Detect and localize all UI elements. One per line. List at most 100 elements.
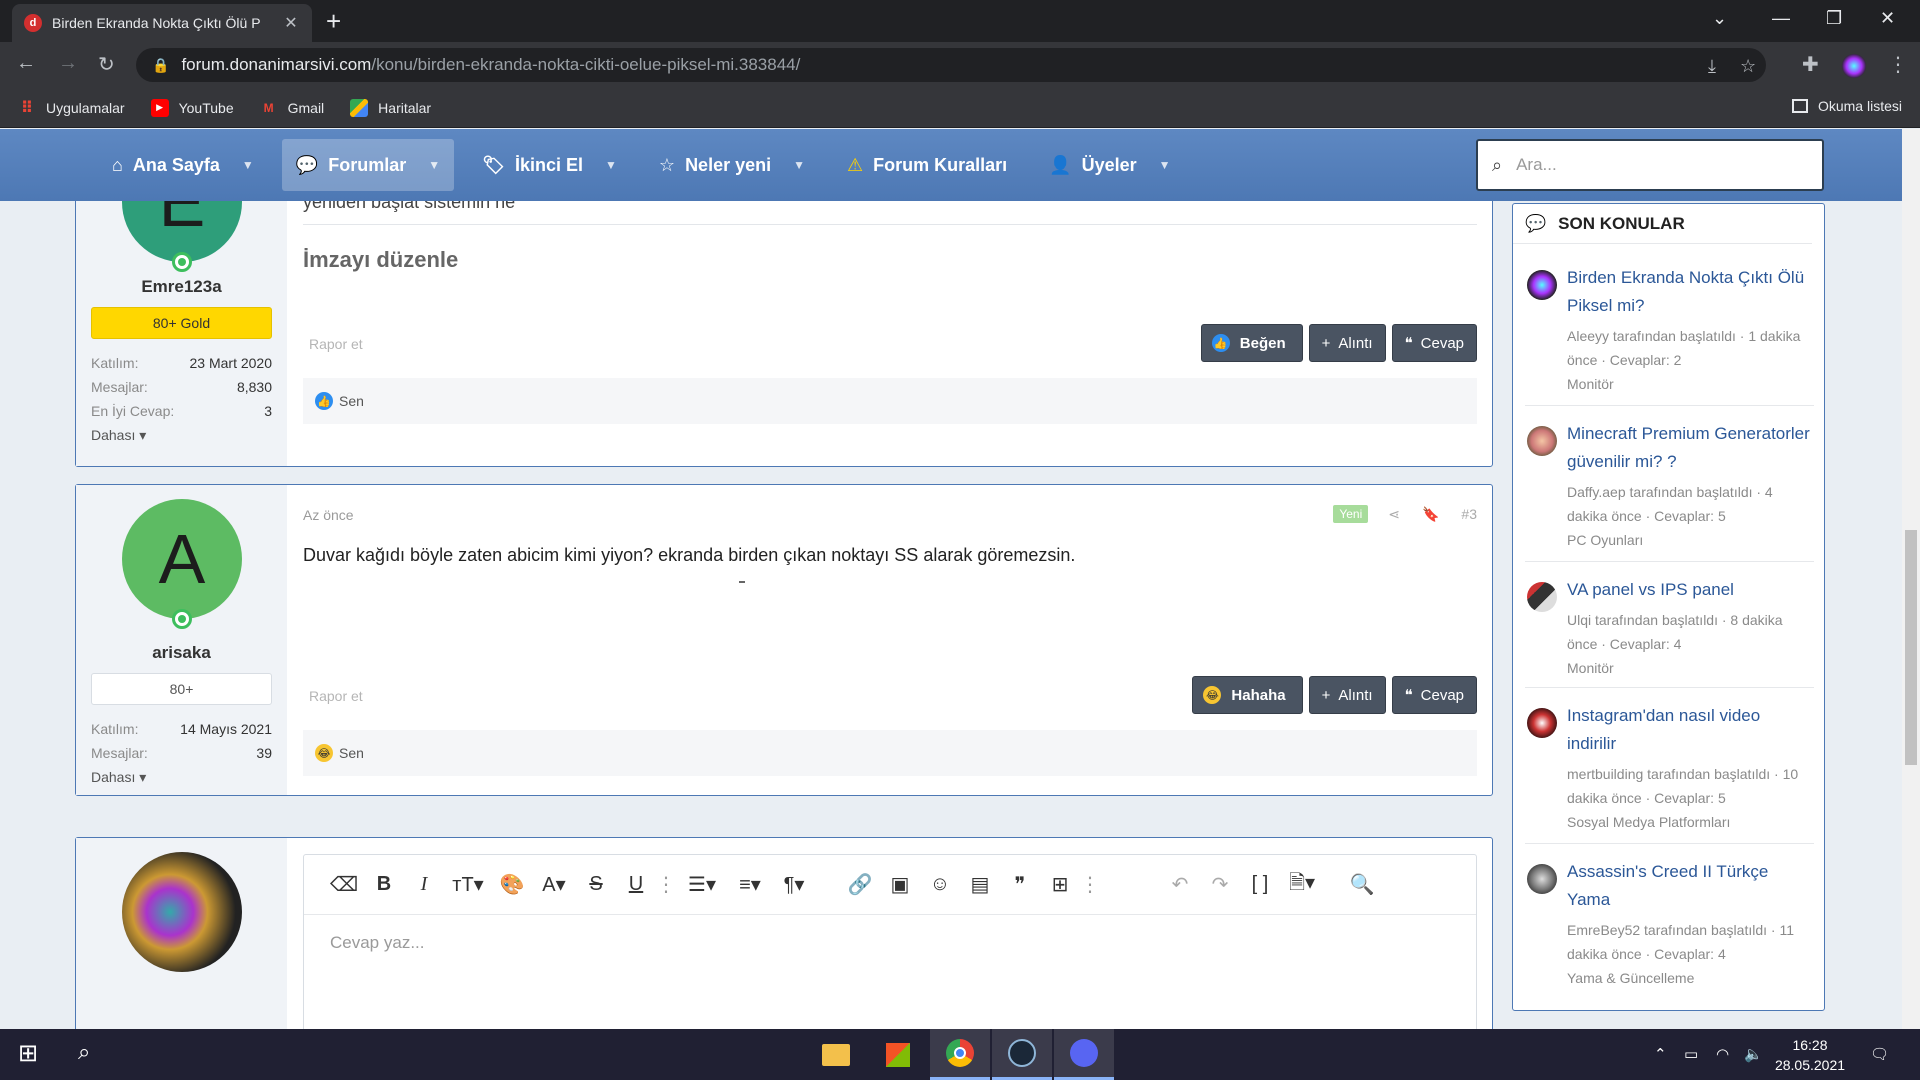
font-family-icon[interactable]: A▾ xyxy=(532,872,576,897)
thread-forum[interactable]: Monitör xyxy=(1567,656,1812,680)
editor-placeholder[interactable]: Cevap yaz... xyxy=(304,915,1476,971)
thread-avatar[interactable] xyxy=(1527,708,1557,738)
address-bar[interactable]: 🔒 forum.donanimarsivi.com/konu/birden-ek… xyxy=(136,48,1766,82)
thread-forum[interactable]: Yama & Güncelleme xyxy=(1567,966,1812,990)
forum-search[interactable]: ⌕ xyxy=(1476,139,1824,191)
thread-forum[interactable]: PC Oyunları xyxy=(1567,528,1812,552)
recent-thread-item[interactable]: VA panel vs IPS panel Ulqi tarafından ba… xyxy=(1525,568,1814,688)
quote-button[interactable]: + Alıntı xyxy=(1308,324,1386,362)
current-user-avatar[interactable] xyxy=(122,852,242,972)
thread-title[interactable]: Assassin's Creed II Türkçe Yama xyxy=(1567,858,1812,914)
close-tab-icon[interactable]: ✕ xyxy=(282,13,300,33)
reactions-bar[interactable]: 😂 Sen xyxy=(303,730,1477,776)
chevron-down-icon[interactable]: ▼ xyxy=(1159,158,1171,172)
extensions-icon[interactable]: ✚ xyxy=(1802,52,1819,77)
quote-icon[interactable]: ❞ xyxy=(1000,872,1040,897)
palette-icon[interactable]: 🎨 xyxy=(492,872,532,897)
nav-rules[interactable]: ⚠ Forum Kuralları xyxy=(833,139,1021,191)
paragraph-icon[interactable]: ¶▾ xyxy=(772,872,816,897)
image-icon[interactable]: ▣ xyxy=(880,872,920,897)
reply-button[interactable]: ❝ Cevap xyxy=(1391,324,1477,362)
smiley-icon[interactable]: ☺ xyxy=(920,873,960,896)
new-tab-icon[interactable]: + xyxy=(326,8,341,34)
bbcode-toggle-icon[interactable]: [ ] xyxy=(1240,873,1280,896)
avatar[interactable]: A xyxy=(122,499,242,619)
reactions-bar[interactable]: 👍 Sen xyxy=(303,378,1477,424)
report-link[interactable]: Rapor et xyxy=(309,688,363,704)
preview-icon[interactable]: 🔍 xyxy=(1342,872,1382,897)
link-icon[interactable]: 🔗 xyxy=(840,872,880,897)
haha-button[interactable]: 😂 Hahaha xyxy=(1192,676,1303,714)
username[interactable]: arisaka xyxy=(76,643,287,663)
bookmark-maps[interactable]: Haritalar xyxy=(350,98,431,117)
undo-icon[interactable]: ↶ xyxy=(1160,872,1200,897)
reading-list[interactable]: Okuma listesi xyxy=(1791,98,1902,114)
nav-members[interactable]: 👤 Üyeler ▼ xyxy=(1035,139,1184,191)
notifications-icon[interactable]: 🗨 xyxy=(1870,1045,1889,1063)
quote-button[interactable]: + Alıntı xyxy=(1308,676,1386,714)
wifi-icon[interactable]: ◠ xyxy=(1716,1045,1729,1063)
install-icon[interactable]: ⤓ xyxy=(1708,56,1716,77)
like-button[interactable]: 👍 Beğen xyxy=(1200,324,1303,362)
thread-avatar[interactable] xyxy=(1527,426,1557,456)
post-number[interactable]: #3 xyxy=(1461,506,1477,522)
profile-avatar-icon[interactable] xyxy=(1842,54,1866,78)
chevron-down-icon[interactable]: ▼ xyxy=(242,158,254,172)
reaction-user[interactable]: Sen xyxy=(339,745,364,761)
thread-avatar[interactable] xyxy=(1527,864,1557,894)
more-options-icon[interactable]: ⋮ xyxy=(656,872,676,897)
back-icon[interactable]: ← xyxy=(16,52,36,75)
more-toggle[interactable]: Dahası ▾ xyxy=(91,427,146,444)
page-scrollbar-thumb[interactable] xyxy=(1905,530,1917,765)
thread-avatar[interactable] xyxy=(1527,270,1557,300)
reload-icon[interactable]: ↻ xyxy=(98,52,115,77)
taskbar-discord[interactable] xyxy=(1054,1029,1114,1080)
bookmark-gmail[interactable]: M Gmail xyxy=(260,99,325,117)
recent-thread-item[interactable]: Minecraft Premium Generatorler güvenilir… xyxy=(1525,412,1814,562)
recent-thread-item[interactable]: Assassin's Creed II Türkçe Yama EmreBey5… xyxy=(1525,850,1814,1000)
table-icon[interactable]: ⊞ xyxy=(1040,872,1080,897)
thread-forum[interactable]: Sosyal Medya Platformları xyxy=(1567,810,1812,834)
nav-forums[interactable]: 💬 Forumlar ▼ xyxy=(281,139,455,191)
bookmark-star-icon[interactable]: ☆ xyxy=(1740,56,1756,77)
maximize-icon[interactable]: ❐ xyxy=(1826,8,1842,29)
minimize-icon[interactable]: — xyxy=(1772,8,1790,29)
username[interactable]: Emre123a xyxy=(76,277,287,297)
drafts-icon[interactable]: 🗎▾ xyxy=(1280,868,1324,902)
nav-home[interactable]: ⌂ Ana Sayfa ▼ xyxy=(98,139,268,191)
taskbar-clock[interactable]: 16:28 28.05.2021 xyxy=(1770,1035,1850,1075)
report-link[interactable]: Rapor et xyxy=(309,336,363,352)
windows-start-icon[interactable]: ⊞ xyxy=(18,1039,38,1068)
battery-icon[interactable]: ▭ xyxy=(1684,1045,1698,1063)
thread-forum[interactable]: Monitör xyxy=(1567,372,1812,396)
thread-title[interactable]: VA panel vs IPS panel xyxy=(1567,576,1812,604)
nav-second-hand[interactable]: 🏷 İkinci El ▼ xyxy=(468,139,631,191)
list-icon[interactable]: ☰▾ xyxy=(676,872,728,897)
post-time[interactable]: Az önce xyxy=(303,507,354,523)
bookmark-icon[interactable]: 🔖 xyxy=(1422,506,1439,523)
redo-icon[interactable]: ↷ xyxy=(1200,872,1240,897)
chevron-down-icon[interactable]: ▼ xyxy=(793,158,805,172)
thread-title[interactable]: Minecraft Premium Generatorler güvenilir… xyxy=(1567,420,1812,476)
taskbar-steam[interactable] xyxy=(992,1029,1052,1080)
recent-thread-item[interactable]: Instagram'dan nasıl video indirilir mert… xyxy=(1525,694,1814,844)
more-insert-icon[interactable]: ⋮ xyxy=(1080,872,1100,897)
chevron-down-icon[interactable]: ▼ xyxy=(605,158,617,172)
taskbar-store[interactable] xyxy=(868,1029,928,1080)
chevron-down-icon[interactable]: ▼ xyxy=(428,158,440,172)
thread-title[interactable]: Instagram'dan nasıl video indirilir xyxy=(1567,702,1812,758)
underline-icon[interactable]: U xyxy=(616,873,656,896)
taskbar-chrome[interactable] xyxy=(930,1029,990,1080)
share-icon[interactable]: ⋖ xyxy=(1388,506,1400,523)
profile-dropdown-icon[interactable]: ⌄ xyxy=(1712,8,1727,29)
eraser-icon[interactable]: ⌫ xyxy=(324,872,364,897)
browser-tab[interactable]: d Birden Ekranda Nokta Çıktı Ölü P ✕ xyxy=(12,4,312,42)
taskbar-file-explorer[interactable] xyxy=(806,1029,866,1080)
tray-chevron-icon[interactable]: ⌃ xyxy=(1654,1045,1667,1063)
media-icon[interactable]: ▤ xyxy=(960,872,1000,897)
menu-kebab-icon[interactable]: ⋮ xyxy=(1888,52,1908,77)
search-input[interactable] xyxy=(1516,155,1797,175)
italic-icon[interactable]: I xyxy=(404,873,444,896)
recent-thread-item[interactable]: Birden Ekranda Nokta Çıktı Ölü Piksel mi… xyxy=(1525,256,1814,406)
bookmark-youtube[interactable]: ▶ YouTube xyxy=(150,98,234,117)
